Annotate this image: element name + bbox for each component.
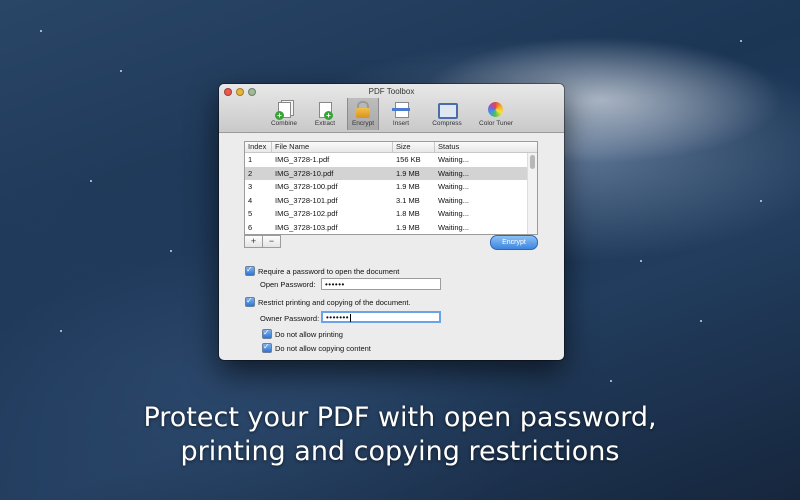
- cell-status: Waiting...: [438, 168, 469, 178]
- add-remove-controls: + −: [244, 235, 281, 248]
- cell-size: 1.9 MB: [396, 182, 420, 191]
- star: [170, 250, 172, 252]
- file-table[interactable]: Index File Name Size Status 1 IMG_3728-1…: [244, 141, 538, 235]
- toolbar-color-tuner[interactable]: Color Tuner: [471, 98, 521, 130]
- toolbar-insert[interactable]: Insert: [379, 98, 423, 130]
- extract-icon: +: [316, 101, 334, 120]
- cell-index: 2: [248, 168, 253, 178]
- toolbar-label: Insert: [392, 120, 410, 127]
- cell-index: 4: [248, 195, 253, 205]
- toolbar-combine[interactable]: + Combine: [265, 98, 303, 130]
- cell-size: 1.9 MB: [396, 168, 420, 178]
- checkbox-checked-icon: [262, 342, 272, 353]
- compress-icon: [438, 101, 458, 119]
- star: [640, 260, 642, 262]
- cell-file-name: IMG_3728-1.pdf: [275, 155, 330, 164]
- restrict-checkbox[interactable]: Restrict printing and copying of the doc…: [245, 296, 411, 307]
- no-printing-checkbox[interactable]: Do not allow printing: [262, 328, 343, 339]
- toolbar-label: Combine: [270, 120, 297, 127]
- cell-file-name: IMG_3728-101.pdf: [275, 195, 338, 205]
- cell-status: Waiting...: [438, 195, 469, 205]
- open-password-value: ••••••: [325, 280, 345, 289]
- remove-file-button[interactable]: −: [263, 235, 281, 248]
- cell-size: 1.8 MB: [396, 209, 420, 218]
- star: [740, 40, 742, 42]
- star: [90, 180, 92, 182]
- title-bar: PDF Toolbox + Combine + Extract Encrypt …: [219, 84, 564, 133]
- cell-status: Waiting...: [438, 155, 469, 164]
- cell-index: 6: [248, 222, 253, 232]
- insert-icon: [392, 101, 410, 119]
- checkbox-checked-icon: [245, 265, 255, 276]
- table-row[interactable]: 5 IMG_3728-102.pdf 1.8 MB Waiting...: [245, 207, 537, 221]
- open-password-label: Open Password:: [260, 280, 316, 289]
- cell-size: 3.1 MB: [396, 195, 420, 205]
- cell-status: Waiting...: [438, 209, 469, 218]
- cell-file-name: IMG_3728-102.pdf: [275, 209, 338, 218]
- cell-size: 1.9 MB: [396, 222, 420, 232]
- no-copying-checkbox[interactable]: Do not allow copying content: [262, 342, 371, 353]
- window-title: PDF Toolbox: [368, 87, 415, 96]
- caption-line-2: printing and copying restrictions: [180, 436, 620, 467]
- toolbar-compress[interactable]: Compress: [423, 98, 471, 130]
- table-row[interactable]: 6 IMG_3728-103.pdf 1.9 MB Waiting...: [245, 221, 537, 235]
- cell-index: 3: [248, 182, 253, 191]
- toolbar-label: Extract: [314, 120, 336, 127]
- add-file-button[interactable]: +: [244, 235, 263, 248]
- star: [610, 380, 612, 382]
- color-wheel-icon: [487, 101, 505, 119]
- encrypt-panel: Index File Name Size Status 1 IMG_3728-1…: [219, 133, 564, 360]
- text-caret: [350, 313, 352, 322]
- cell-index: 1: [248, 155, 253, 164]
- table-row-selected[interactable]: 2 IMG_3728-10.pdf 1.9 MB Waiting...: [245, 166, 537, 180]
- cell-file-name: IMG_3728-100.pdf: [275, 182, 338, 191]
- toolbar-extract[interactable]: + Extract: [303, 98, 347, 130]
- app-window: PDF Toolbox + Combine + Extract Encrypt …: [219, 84, 564, 360]
- cell-file-name: IMG_3728-10.pdf: [275, 168, 334, 178]
- require-password-label: Require a password to open the document: [258, 266, 400, 276]
- open-password-field[interactable]: ••••••: [321, 278, 441, 290]
- toolbar-label: Encrypt: [351, 120, 375, 127]
- lock-icon: [354, 101, 372, 119]
- owner-password-value: •••••••: [326, 313, 350, 322]
- cell-status: Waiting...: [438, 182, 469, 191]
- cell-file-name: IMG_3728-103.pdf: [275, 222, 338, 232]
- table-row[interactable]: 3 IMG_3728-100.pdf 1.9 MB Waiting...: [245, 180, 537, 194]
- owner-password-label: Owner Password:: [260, 314, 320, 323]
- toolbar: + Combine + Extract Encrypt Insert Compr…: [265, 98, 521, 130]
- checkbox-checked-icon: [262, 328, 272, 339]
- no-printing-label: Do not allow printing: [275, 329, 343, 339]
- star: [120, 70, 122, 72]
- table-row[interactable]: 4 IMG_3728-101.pdf 3.1 MB Waiting...: [245, 194, 537, 208]
- owner-password-field[interactable]: •••••••: [321, 311, 441, 323]
- star: [700, 320, 702, 322]
- star: [760, 200, 762, 202]
- encrypt-button[interactable]: Encrypt: [490, 235, 538, 250]
- toolbar-label: Color Tuner: [479, 120, 513, 127]
- table-header: Index File Name Size Status: [245, 142, 537, 153]
- column-index[interactable]: Index: [245, 142, 272, 152]
- toolbar-encrypt[interactable]: Encrypt: [347, 98, 379, 130]
- column-size[interactable]: Size: [393, 142, 435, 152]
- star: [40, 30, 42, 32]
- cell-index: 5: [248, 209, 253, 218]
- table-row[interactable]: 1 IMG_3728-1.pdf 156 KB Waiting...: [245, 153, 537, 167]
- combine-icon: +: [275, 100, 294, 120]
- scrollbar-thumb[interactable]: [530, 155, 535, 169]
- checkbox-checked-icon: [245, 296, 255, 307]
- restrict-label: Restrict printing and copying of the doc…: [258, 297, 411, 307]
- cell-size: 156 KB: [396, 155, 421, 164]
- column-file-name[interactable]: File Name: [272, 142, 393, 152]
- star: [60, 330, 62, 332]
- require-password-checkbox[interactable]: Require a password to open the document: [245, 265, 400, 276]
- column-status[interactable]: Status: [435, 142, 527, 152]
- toolbar-label: Compress: [432, 120, 462, 127]
- caption-line-1: Protect your PDF with open password,: [143, 402, 657, 433]
- cell-status: Waiting...: [438, 222, 469, 232]
- no-copying-label: Do not allow copying content: [275, 343, 371, 353]
